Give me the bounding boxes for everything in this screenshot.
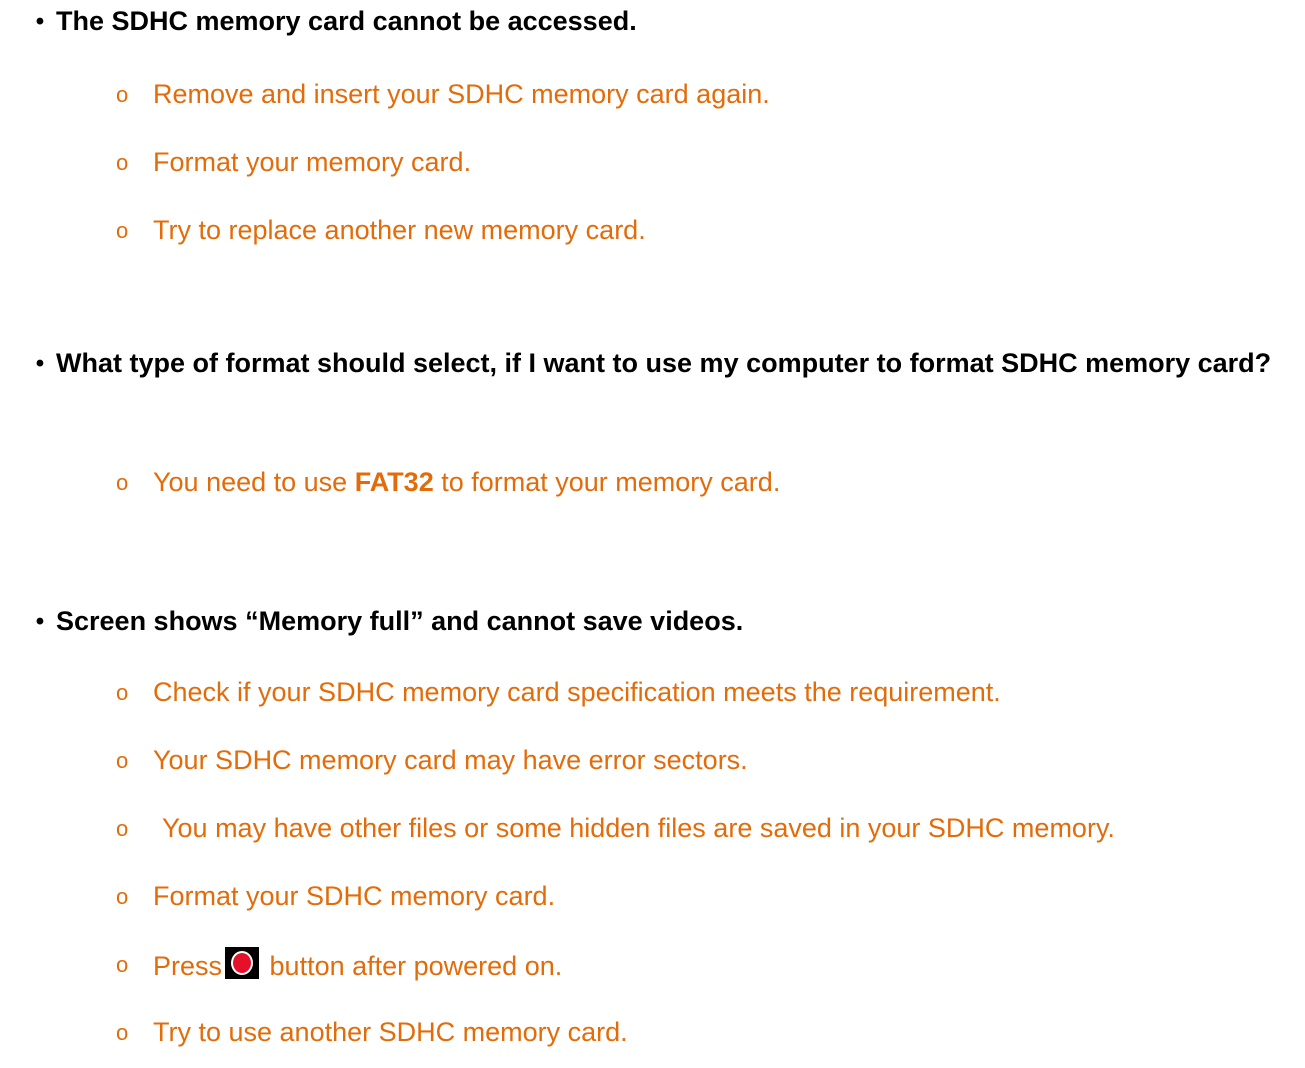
sub-bullet-icon: o (116, 218, 129, 243)
faq-question-3: • Screen shows “Memory full” and cannot … (30, 603, 1295, 640)
sub-bullet-icon: o (116, 748, 129, 773)
faq-question-2: • What type of format should select, if … (30, 345, 1295, 382)
bullet-icon: • (35, 8, 45, 35)
answer-text-after: to format your memory card. (433, 467, 781, 497)
answer-text: Try to replace another new memory card. (153, 215, 646, 245)
question-text: The SDHC memory card cannot be accessed. (56, 6, 637, 36)
sub-bullet-icon: o (116, 470, 129, 495)
record-dot (231, 951, 254, 975)
answer-text: You may have other files or some hidden … (162, 813, 1115, 843)
bullet-icon: • (35, 350, 45, 377)
faq-answer: o You need to use FAT32 to format your m… (116, 465, 1301, 499)
sub-bullet-icon: o (116, 952, 129, 977)
faq-answer: o Try to use another SDHC memory card. (116, 1015, 1301, 1049)
faq-question-1: • The SDHC memory card cannot be accesse… (30, 3, 1295, 40)
answer-text: Press button after powered on. (153, 947, 1301, 983)
faq-answer: o Format your SDHC memory card. (116, 879, 1301, 913)
faq-answer: o Check if your SDHC memory card specifi… (116, 675, 1301, 709)
sub-bullet-icon: o (116, 82, 129, 107)
sub-bullet-icon: o (116, 150, 129, 175)
answer-text: Check if your SDHC memory card specifica… (153, 677, 1001, 707)
answer-text: Format your memory card. (153, 147, 472, 177)
sub-bullet-icon: o (116, 884, 129, 909)
sub-bullet-icon: o (116, 816, 129, 841)
faq-answer: o You may have other files or some hidde… (116, 811, 1301, 845)
record-button-icon (225, 947, 260, 979)
press-label: Press (153, 951, 223, 981)
answer-text: Try to use another SDHC memory card. (153, 1017, 628, 1047)
question-text: What type of format should select, if I … (56, 348, 1272, 378)
question-text: Screen shows “Memory full” and cannot sa… (56, 606, 744, 636)
answer-text: Your SDHC memory card may have error sec… (153, 745, 748, 775)
faq-answer: o Format your memory card. (116, 145, 1301, 179)
faq-answer: o Press button after powered on. (116, 947, 1301, 983)
bullet-icon: • (35, 608, 45, 635)
answer-text: Format your SDHC memory card. (153, 881, 556, 911)
answer-text-before: You need to use (153, 467, 355, 497)
sub-bullet-icon: o (116, 680, 129, 705)
fat32-label: FAT32 (354, 467, 434, 497)
faq-answer: o Remove and insert your SDHC memory car… (116, 77, 1301, 111)
faq-answer: o Try to replace another new memory card… (116, 213, 1301, 247)
answer-text: Remove and insert your SDHC memory card … (153, 79, 770, 109)
press-after-label: button after powered on. (262, 951, 563, 981)
sub-bullet-icon: o (116, 1020, 129, 1045)
answer-text: You need to use FAT32 to format your mem… (153, 465, 1301, 499)
faq-answer: o Your SDHC memory card may have error s… (116, 743, 1301, 777)
